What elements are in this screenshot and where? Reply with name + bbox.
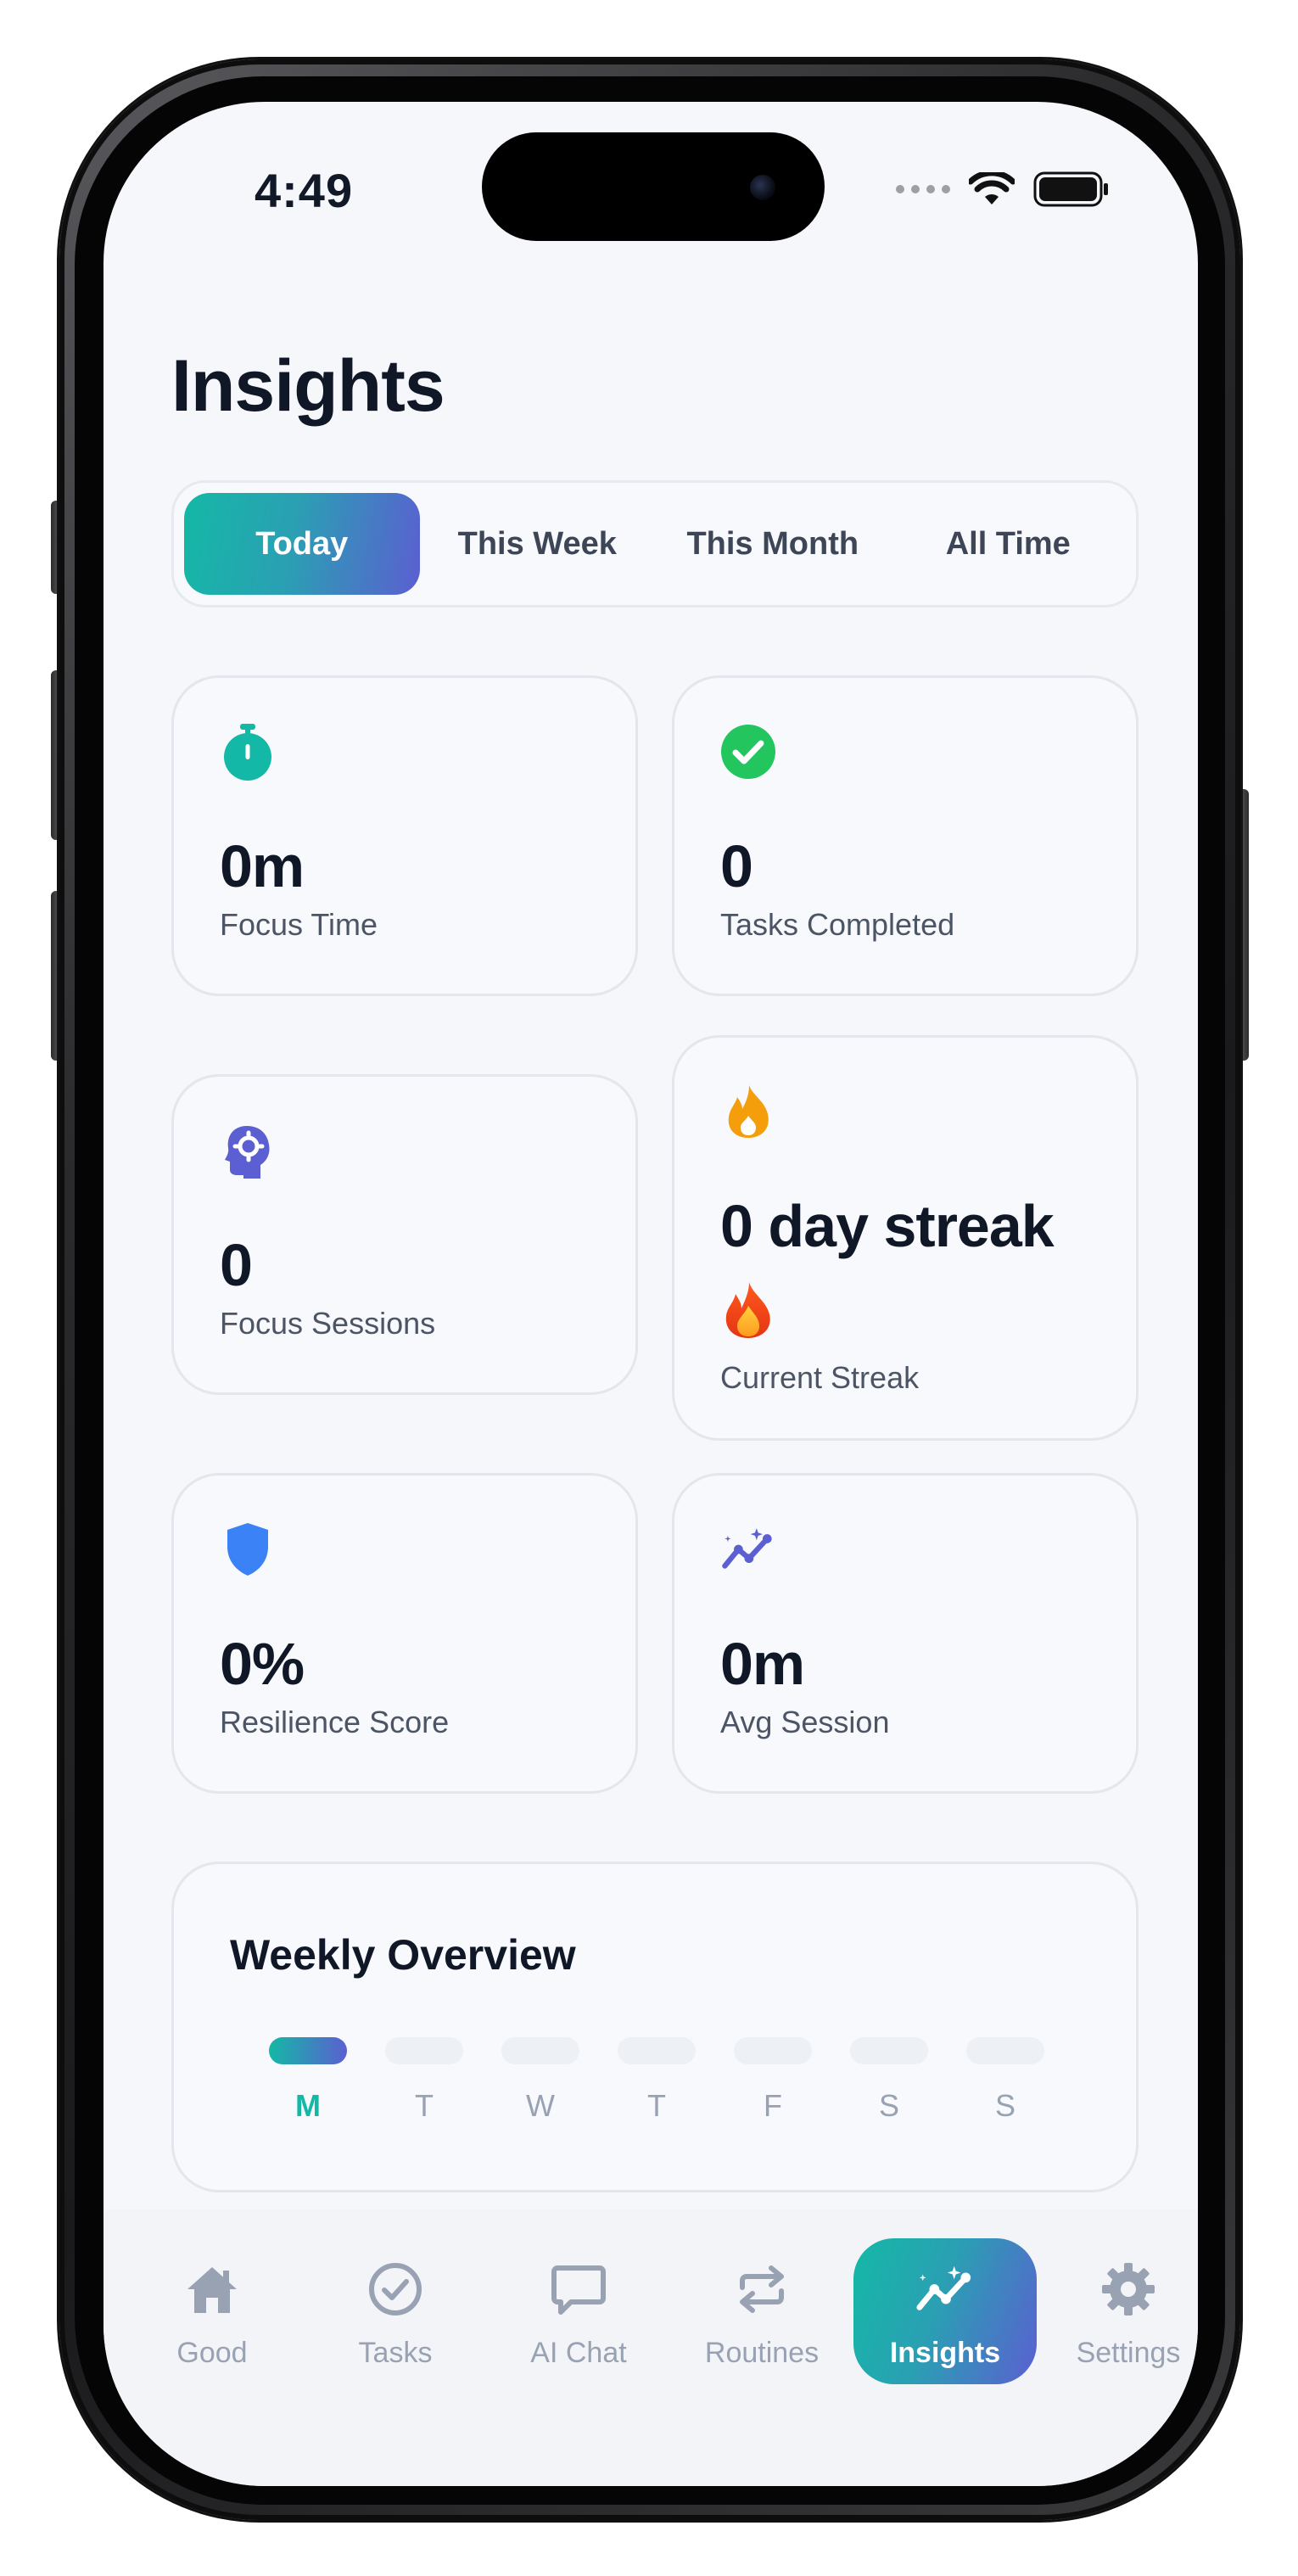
gear-icon [1098, 2259, 1159, 2320]
tab-all-time[interactable]: All Time [891, 493, 1127, 595]
day-label: M [295, 2088, 321, 2123]
focus-time-label: Focus Time [220, 907, 378, 942]
repeat-icon [731, 2259, 792, 2320]
day-bar [850, 2037, 928, 2064]
focus-sessions-card[interactable]: 0 Focus Sessions [171, 1074, 638, 1395]
weekly-overview-card: Weekly Overview M T W T F S S [171, 1862, 1139, 2192]
cellular-signal-icon [896, 185, 950, 193]
sparkle-chart-icon [915, 2259, 976, 2320]
wifi-icon [969, 172, 1015, 204]
resilience-score-label: Resilience Score [220, 1705, 450, 1739]
avg-session-label: Avg Session [720, 1705, 890, 1739]
resilience-score-card[interactable]: 0% Resilience Score [171, 1473, 638, 1794]
day-bar [966, 2037, 1044, 2064]
tasks-completed-card[interactable]: 0 Tasks Completed [672, 675, 1139, 996]
day-label: S [878, 2088, 899, 2123]
nav-tasks[interactable]: Tasks [304, 2238, 487, 2384]
status-time: 4:49 [255, 164, 354, 217]
nav-insights[interactable]: Insights [853, 2238, 1037, 2384]
nav-routines[interactable]: Routines [670, 2238, 853, 2384]
day-tuesday: T [385, 2037, 463, 2124]
flame-icon [720, 1084, 776, 1140]
tab-today[interactable]: Today [184, 493, 420, 595]
period-tabs: Today This Week This Month All Time [171, 480, 1139, 608]
nav-ai-chat[interactable]: AI Chat [487, 2238, 670, 2384]
day-label: T [415, 2088, 434, 2123]
day-label: F [764, 2088, 782, 2123]
current-streak-card[interactable]: 0 day streak Current Streak [672, 1035, 1139, 1441]
bottom-nav: Good Tasks AI Chat Routines Insights Set… [104, 2209, 1198, 2486]
page-title: Insights [171, 345, 445, 427]
chat-bubble-icon [548, 2259, 609, 2320]
dynamic-island [482, 132, 825, 241]
day-thursday: T [618, 2037, 696, 2124]
status-icons [896, 171, 1110, 207]
day-bar [734, 2037, 812, 2064]
sparkle-chart-icon [720, 1521, 776, 1577]
tasks-completed-value: 0 [720, 833, 753, 899]
focus-sessions-value: 0 [220, 1232, 253, 1298]
nav-label: AI Chat [530, 2337, 627, 2369]
nav-label: Insights [889, 2337, 1001, 2369]
weekly-overview-title: Weekly Overview [230, 1931, 576, 1979]
focus-time-card[interactable]: 0m Focus Time [171, 675, 638, 996]
day-monday: M [269, 2037, 347, 2124]
avg-session-value: 0m [720, 1631, 805, 1697]
app-screen: 4:49 Insights Today This Week This Month… [104, 102, 1198, 2486]
day-label: W [526, 2088, 555, 2123]
day-label: S [994, 2088, 1015, 2123]
day-bar [385, 2037, 463, 2064]
day-friday: F [734, 2037, 812, 2124]
stopwatch-icon [220, 724, 276, 781]
nav-label: Tasks [358, 2337, 433, 2369]
focus-time-value: 0m [220, 833, 305, 899]
brain-gear-icon [220, 1123, 276, 1179]
tasks-completed-label: Tasks Completed [720, 907, 955, 942]
focus-sessions-label: Focus Sessions [220, 1306, 436, 1341]
front-camera [750, 175, 775, 200]
nav-settings[interactable]: Settings [1037, 2238, 1198, 2384]
day-bar [269, 2037, 347, 2064]
day-wednesday: W [501, 2037, 579, 2124]
resilience-score-value: 0% [220, 1631, 305, 1697]
nav-good[interactable]: Good [120, 2238, 304, 2384]
day-saturday: S [850, 2037, 928, 2124]
check-circle-icon [720, 724, 776, 780]
tab-this-week[interactable]: This Week [420, 493, 656, 595]
day-label: T [647, 2088, 666, 2123]
tab-this-month[interactable]: This Month [655, 493, 891, 595]
nav-label: Good [176, 2337, 248, 2369]
check-circle-outline-icon [365, 2259, 426, 2320]
shield-icon [220, 1521, 276, 1577]
nav-label: Routines [704, 2337, 820, 2369]
current-streak-label: Current Streak [720, 1360, 920, 1395]
nav-label: Settings [1076, 2337, 1181, 2369]
day-bar [618, 2037, 696, 2064]
day-sunday: S [966, 2037, 1044, 2124]
avg-session-card[interactable]: 0m Avg Session [672, 1473, 1139, 1794]
fire-emoji-icon [725, 1282, 770, 1338]
home-icon [182, 2259, 243, 2320]
day-bar [501, 2037, 579, 2064]
current-streak-value: 0 day streak [720, 1193, 1055, 1259]
battery-icon [1033, 171, 1108, 207]
